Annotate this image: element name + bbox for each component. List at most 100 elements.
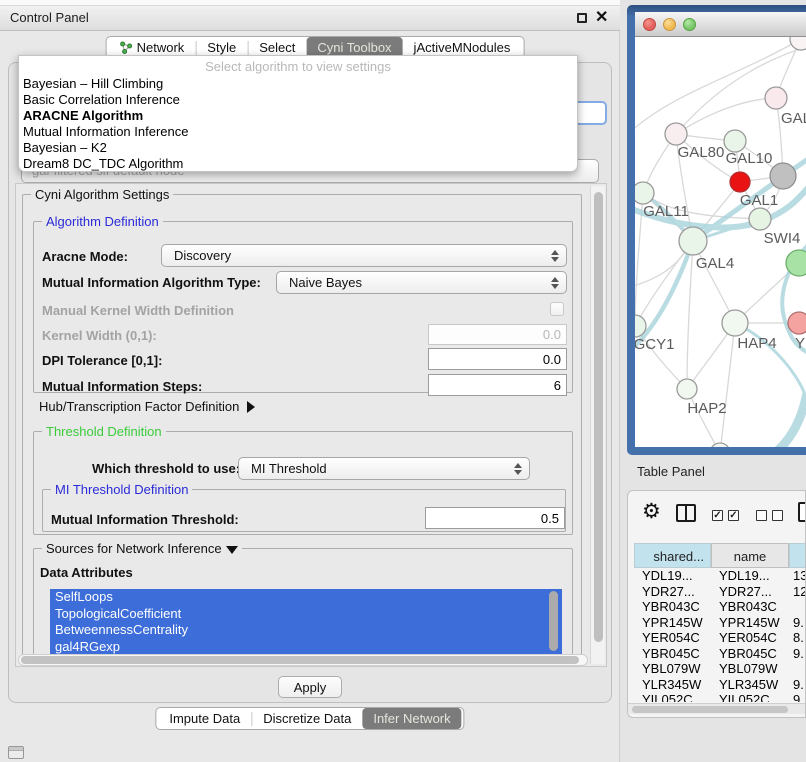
- table-cell: YLR345W: [711, 677, 789, 693]
- mi-algorithm-type-select[interactable]: Naive Bayes: [276, 271, 567, 294]
- close-icon[interactable]: ✕: [595, 7, 608, 27]
- network-node-gal4[interactable]: [679, 227, 707, 255]
- scrollbar-thumb[interactable]: [594, 192, 603, 642]
- column-header[interactable]: shared...: [634, 543, 711, 568]
- tab-impute-data[interactable]: Impute Data: [158, 708, 251, 729]
- unchecked-checkbox-icon[interactable]: [772, 510, 783, 521]
- node-label: SWI4: [764, 230, 801, 247]
- attribute-item[interactable]: BetweennessCentrality: [50, 622, 562, 639]
- network-node-hap4[interactable]: [722, 310, 748, 336]
- screen: Control Panel ✕ NetworkStyleSelectCyni T…: [0, 0, 806, 762]
- table-cell: [789, 599, 806, 615]
- column-header[interactable]: [789, 543, 806, 568]
- combo-arrows-icon: [511, 463, 525, 475]
- network-window-titlebar[interactable]: [635, 12, 806, 37]
- kernel-width-field[interactable]: [428, 324, 567, 345]
- algorithm-dropdown: Select algorithm to view settings Bayesi…: [18, 55, 578, 172]
- table-cell: YER054C: [711, 630, 789, 646]
- network-node[interactable]: [786, 250, 806, 276]
- float-window-icon[interactable]: [577, 13, 587, 23]
- network-node-gal80[interactable]: [665, 123, 687, 145]
- network-node-swi4[interactable]: [749, 208, 771, 230]
- aracne-mode-label: Aracne Mode:: [42, 249, 128, 264]
- attribute-item[interactable]: SelfLoops: [50, 589, 562, 606]
- document-icon[interactable]: [798, 502, 806, 522]
- network-node-y[interactable]: [788, 312, 806, 334]
- network-node[interactable]: [770, 163, 796, 189]
- sources-group-title[interactable]: Sources for Network Inference: [42, 541, 242, 556]
- table-cell: 12: [789, 584, 806, 600]
- aracne-mode-select[interactable]: Discovery: [161, 244, 567, 267]
- table-row[interactable]: YIL052CYIL052C9: [634, 692, 806, 702]
- table-row[interactable]: YBR043CYBR043C: [634, 599, 806, 615]
- cyni-algorithm-settings-group: Cyni Algorithm Settings Algorithm Defini…: [22, 194, 582, 662]
- network-canvas[interactable]: GALGAL80GAL10GAL1GAL11SWI4GAL4GCY1HAP4YH…: [635, 37, 806, 447]
- tab-infer-network[interactable]: Infer Network: [362, 708, 461, 729]
- network-node-gal10[interactable]: [724, 130, 746, 152]
- algorithm-option[interactable]: Bayesian – K2: [19, 140, 577, 156]
- tab-discretize-data[interactable]: Discretize Data: [252, 708, 362, 729]
- threshold-definition-group: Threshold Definition Which threshold to …: [33, 431, 573, 535]
- zoom-traffic-light[interactable]: [683, 18, 696, 31]
- list-scrollbar[interactable]: [549, 591, 558, 651]
- network-node[interactable]: [710, 443, 730, 447]
- network-node[interactable]: [790, 37, 806, 50]
- minimize-traffic-light[interactable]: [663, 18, 676, 31]
- checked-checkbox-icon[interactable]: ✓: [728, 510, 739, 521]
- dropdown-placeholder: Select algorithm to view settings: [19, 58, 577, 76]
- table-cell: 9: [789, 692, 806, 702]
- network-node-gal1[interactable]: [730, 172, 750, 192]
- apply-button[interactable]: Apply: [278, 676, 342, 698]
- table-cell: YBR043C: [634, 599, 711, 615]
- attribute-item[interactable]: TopologicalCoefficient: [50, 606, 562, 623]
- table-row[interactable]: YDR27...YDR27...12: [634, 584, 806, 600]
- table-cell: 9.: [789, 615, 806, 631]
- network-icon: [120, 41, 133, 54]
- control-panel: Control Panel ✕ NetworkStyleSelectCyni T…: [0, 0, 620, 762]
- table-panel: ⚙ ✓ ✓ shared...name YDL19...YDL19...13YD…: [627, 490, 806, 718]
- table-cell: YBL079W: [634, 661, 711, 677]
- table-cell: YBR045C: [711, 646, 789, 662]
- algorithm-option[interactable]: Mutual Information Inference: [19, 124, 577, 140]
- which-threshold-value: MI Threshold: [239, 461, 511, 476]
- node-label: GCY1: [635, 336, 674, 353]
- which-threshold-select[interactable]: MI Threshold: [238, 457, 530, 480]
- attribute-item[interactable]: gal4RGexp: [50, 639, 562, 656]
- network-node-hap2[interactable]: [677, 379, 697, 399]
- mi-threshold-field[interactable]: [425, 507, 565, 529]
- table-row[interactable]: YLR345WYLR345W9.: [634, 677, 806, 693]
- algorithm-option[interactable]: Bayesian – Hill Climbing: [19, 76, 577, 92]
- table-row[interactable]: YBR045CYBR045C9.: [634, 646, 806, 662]
- algorithm-option[interactable]: Basic Correlation Inference: [19, 92, 577, 108]
- table-row[interactable]: YDL19...YDL19...13: [634, 568, 806, 584]
- hub-definition-expander[interactable]: Hub/Transcription Factor Definition: [39, 399, 255, 414]
- node-label: GAL11: [643, 203, 689, 220]
- network-node-gal11[interactable]: [635, 182, 654, 204]
- mi-threshold-label: Mutual Information Threshold:: [51, 512, 239, 527]
- dock-panel-icon[interactable]: [8, 746, 24, 759]
- node-label: GAL80: [678, 144, 725, 161]
- table-row[interactable]: YBL079WYBL079W: [634, 661, 806, 677]
- gear-icon[interactable]: ⚙: [642, 501, 661, 523]
- columns-icon[interactable]: [676, 504, 696, 522]
- combo-arrows-icon: [548, 277, 562, 289]
- mi-steps-field[interactable]: [428, 374, 567, 396]
- data-attributes-label: Data Attributes: [40, 565, 133, 580]
- tab-label: Style: [207, 40, 236, 55]
- dpi-tolerance-field[interactable]: [428, 348, 567, 370]
- table-row[interactable]: YER054CYER054C8.: [634, 630, 806, 646]
- scrollbar-thumb[interactable]: [21, 656, 579, 664]
- column-header[interactable]: name: [711, 543, 789, 568]
- scrollbar-thumb[interactable]: [632, 706, 788, 713]
- data-attributes-list[interactable]: SelfLoopsTopologicalCoefficientBetweenne…: [50, 589, 562, 655]
- algorithm-option[interactable]: Dream8 DC_TDC Algorithm: [19, 156, 577, 172]
- table-cell: YIL052C: [711, 692, 789, 702]
- close-traffic-light[interactable]: [643, 18, 656, 31]
- tab-label: Cyni Toolbox: [317, 40, 391, 55]
- algorithm-option[interactable]: ARACNE Algorithm: [19, 108, 577, 124]
- table-row[interactable]: YPR145WYPR145W9.: [634, 615, 806, 631]
- network-node-gal[interactable]: [765, 87, 787, 109]
- checked-checkbox-icon[interactable]: ✓: [712, 510, 723, 521]
- manual-kernel-width-checkbox[interactable]: [550, 302, 564, 316]
- unchecked-checkbox-icon[interactable]: [756, 510, 767, 521]
